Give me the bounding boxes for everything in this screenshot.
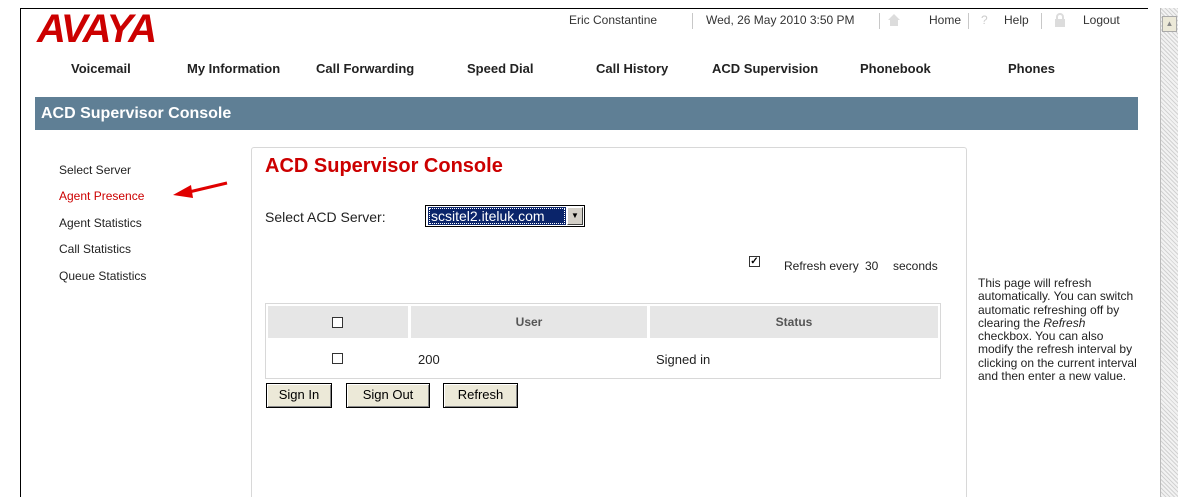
nav-call-forwarding[interactable]: Call Forwarding [316, 61, 414, 76]
sidebar-item-call-statistics[interactable]: Call Statistics [59, 242, 131, 256]
sign-in-button[interactable]: Sign In [266, 383, 332, 408]
user-name: Eric Constantine [569, 13, 658, 27]
help-link[interactable]: Help [1004, 13, 1029, 27]
nav-acd-supervision[interactable]: ACD Supervision [712, 61, 818, 76]
table-header-user: User [411, 306, 647, 338]
lock-icon [1055, 13, 1065, 27]
help-icon: ? [981, 13, 988, 27]
vertical-scrollbar[interactable]: ▲ [1160, 8, 1178, 497]
nav-phonebook[interactable]: Phonebook [860, 61, 931, 76]
home-icon [888, 14, 900, 26]
table-cell-status: Signed in [656, 352, 711, 367]
home-link[interactable]: Home [929, 13, 961, 27]
dropdown-arrow-icon[interactable]: ▼ [567, 207, 583, 225]
logout-link[interactable]: Logout [1083, 13, 1120, 27]
nav-my-information[interactable]: My Information [187, 61, 280, 76]
server-label: Select ACD Server: [265, 209, 386, 225]
refresh-button[interactable]: Refresh [443, 383, 518, 408]
table-header-status: Status [650, 306, 938, 338]
refresh-suffix: seconds [893, 259, 938, 273]
datetime: Wed, 26 May 2010 3:50 PM [706, 13, 855, 27]
refresh-prefix: Refresh every [784, 259, 859, 273]
nav-call-history[interactable]: Call History [596, 61, 668, 76]
separator [968, 13, 969, 29]
sidebar-item-agent-statistics[interactable]: Agent Statistics [59, 216, 142, 230]
help-text: This page will refresh automatically. Yo… [978, 276, 1137, 384]
select-all-checkbox[interactable] [332, 317, 343, 328]
red-arrow-annotation [173, 181, 228, 198]
separator [692, 13, 693, 29]
sign-out-button[interactable]: Sign Out [346, 383, 430, 408]
nav-voicemail[interactable]: Voicemail [71, 61, 131, 76]
sidebar-item-select-server[interactable]: Select Server [59, 163, 131, 177]
console-panel: ACD Supervisor Console Select ACD Server… [251, 147, 967, 497]
panel-title: ACD Supervisor Console [265, 155, 503, 177]
acd-server-select[interactable]: scsitel2.iteluk.com ▼ [425, 205, 585, 227]
table-header-select [268, 306, 408, 338]
browser-page: AVAYA Eric Constantine Wed, 26 May 2010 … [20, 8, 1148, 497]
refresh-checkbox[interactable]: ✓ [749, 256, 760, 267]
acd-server-value: scsitel2.iteluk.com [428, 207, 566, 225]
table-cell-user: 200 [418, 352, 440, 367]
scroll-up-arrow-icon[interactable]: ▲ [1162, 16, 1177, 32]
nav-speed-dial[interactable]: Speed Dial [467, 61, 533, 76]
sidebar-item-agent-presence[interactable]: Agent Presence [59, 189, 144, 203]
nav-phones[interactable]: Phones [1008, 61, 1055, 76]
sidebar-item-queue-statistics[interactable]: Queue Statistics [59, 269, 146, 283]
separator [1041, 13, 1042, 29]
refresh-interval[interactable]: 30 [865, 259, 878, 273]
separator [879, 13, 880, 29]
row-checkbox[interactable] [332, 353, 343, 364]
page-banner: ACD Supervisor Console [35, 97, 1138, 130]
agent-table: User Status 200 Signed in [265, 303, 941, 379]
avaya-logo: AVAYA [37, 8, 157, 51]
